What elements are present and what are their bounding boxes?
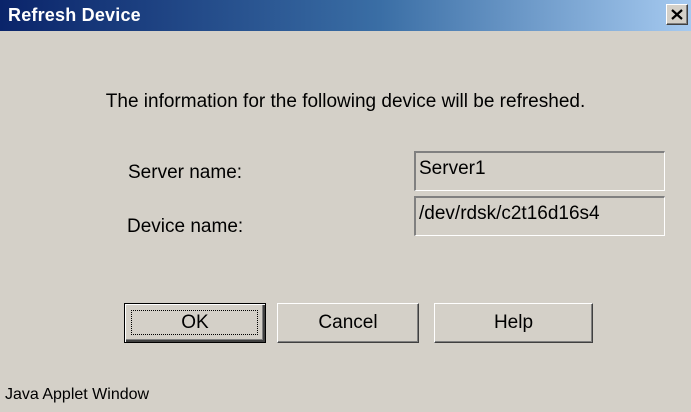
- ok-button-label: OK: [181, 312, 209, 333]
- device-name-value: /dev/rdsk/c2t16d16s4: [419, 203, 600, 224]
- server-name-value: Server1: [419, 158, 486, 179]
- close-icon: [671, 9, 683, 20]
- close-button[interactable]: [666, 4, 688, 25]
- window-title: Refresh Device: [8, 5, 141, 25]
- device-name-label: Device name:: [127, 216, 244, 237]
- refresh-device-dialog: Refresh Device The information for the f…: [0, 0, 691, 412]
- info-message: The information for the following device…: [105, 91, 586, 112]
- cancel-button[interactable]: Cancel: [277, 303, 419, 343]
- server-name-field[interactable]: Server1: [414, 151, 665, 191]
- ok-button[interactable]: OK: [124, 303, 266, 343]
- help-button-label: Help: [493, 312, 534, 333]
- title-bar[interactable]: Refresh Device: [0, 0, 691, 31]
- cancel-button-label: Cancel: [318, 312, 378, 333]
- server-name-label: Server name:: [128, 162, 243, 183]
- device-name-field[interactable]: /dev/rdsk/c2t16d16s4: [414, 196, 665, 236]
- help-button[interactable]: Help: [434, 303, 593, 343]
- applet-status-text: Java Applet Window: [5, 386, 150, 403]
